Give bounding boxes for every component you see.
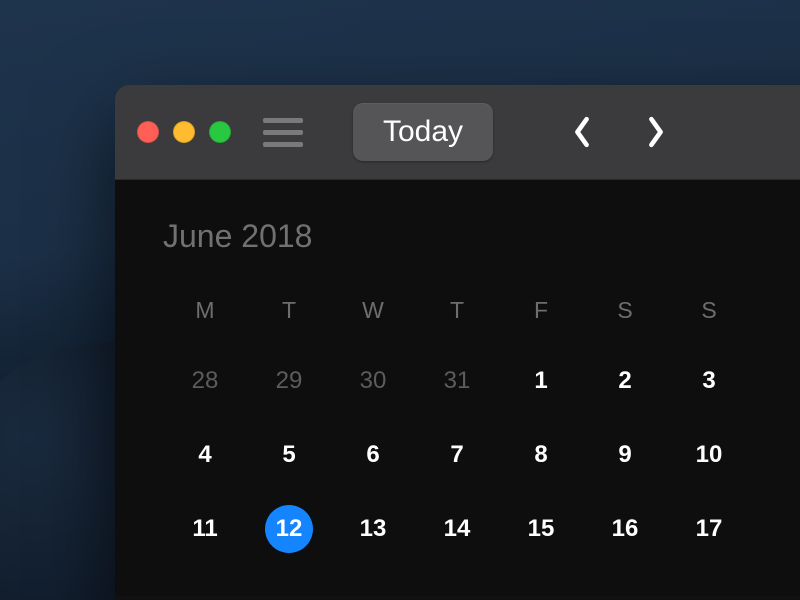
weekday-label: S bbox=[583, 297, 667, 324]
today-button[interactable]: Today bbox=[353, 103, 493, 161]
day-number: 3 bbox=[702, 367, 715, 395]
weekday-label: T bbox=[247, 297, 331, 324]
day-cell[interactable]: 5 bbox=[247, 418, 331, 492]
day-cell[interactable]: 1 bbox=[499, 344, 583, 418]
day-number: 11 bbox=[192, 515, 217, 543]
day-cell[interactable]: 9 bbox=[583, 418, 667, 492]
day-number: 30 bbox=[360, 367, 387, 395]
window-titlebar: Today bbox=[115, 85, 800, 180]
day-cell[interactable]: 10 bbox=[667, 418, 751, 492]
hamburger-bar-icon bbox=[263, 118, 303, 123]
day-number: 12 bbox=[265, 505, 313, 553]
day-cell[interactable]: 28 bbox=[163, 344, 247, 418]
chevron-left-icon bbox=[571, 115, 593, 149]
next-period-button[interactable] bbox=[645, 115, 667, 149]
day-cell[interactable]: 7 bbox=[415, 418, 499, 492]
traffic-lights bbox=[137, 121, 231, 143]
day-cell[interactable]: 12 bbox=[247, 492, 331, 566]
weekday-label: T bbox=[415, 297, 499, 324]
zoom-window-button[interactable] bbox=[209, 121, 231, 143]
day-cell[interactable]: 11 bbox=[163, 492, 247, 566]
sidebar-toggle-button[interactable] bbox=[263, 118, 303, 147]
day-number: 10 bbox=[696, 441, 723, 469]
day-cell[interactable]: 31 bbox=[415, 344, 499, 418]
day-cell[interactable]: 16 bbox=[583, 492, 667, 566]
day-number: 6 bbox=[366, 441, 379, 469]
toolbar-navigation bbox=[571, 115, 667, 149]
day-number: 15 bbox=[528, 515, 555, 543]
day-cell[interactable]: 29 bbox=[247, 344, 331, 418]
day-cell[interactable]: 6 bbox=[331, 418, 415, 492]
day-number: 1 bbox=[534, 367, 547, 395]
weekday-header-row: M T W T F S S bbox=[163, 297, 800, 324]
day-number: 13 bbox=[360, 515, 387, 543]
month-year-label: June 2018 bbox=[163, 218, 312, 255]
mini-calendar: June 2018 M T W T F S S bbox=[115, 180, 800, 596]
prev-period-button[interactable] bbox=[571, 115, 593, 149]
day-number: 14 bbox=[444, 515, 471, 543]
chevron-right-icon bbox=[645, 115, 667, 149]
minimize-window-button[interactable] bbox=[173, 121, 195, 143]
day-number: 8 bbox=[534, 441, 547, 469]
day-cell[interactable]: 3 bbox=[667, 344, 751, 418]
day-number: 31 bbox=[444, 367, 471, 395]
close-window-button[interactable] bbox=[137, 121, 159, 143]
weekday-label: M bbox=[163, 297, 247, 324]
day-cell[interactable]: 2 bbox=[583, 344, 667, 418]
day-number: 17 bbox=[696, 515, 723, 543]
day-number: 29 bbox=[276, 367, 303, 395]
weekday-label: W bbox=[331, 297, 415, 324]
day-number: 5 bbox=[282, 441, 295, 469]
day-number: 2 bbox=[618, 367, 631, 395]
calendar-window: Today June 2018 bbox=[115, 85, 800, 600]
days-grid: 282930311234567891011121314151617 bbox=[163, 344, 800, 566]
day-number: 16 bbox=[612, 515, 639, 543]
month-header: June 2018 bbox=[163, 218, 800, 255]
day-number: 28 bbox=[192, 367, 219, 395]
hamburger-bar-icon bbox=[263, 130, 303, 135]
day-number: 9 bbox=[618, 441, 631, 469]
day-number: 7 bbox=[450, 441, 463, 469]
day-cell[interactable]: 8 bbox=[499, 418, 583, 492]
hamburger-bar-icon bbox=[263, 142, 303, 147]
weekday-label: F bbox=[499, 297, 583, 324]
day-cell[interactable]: 14 bbox=[415, 492, 499, 566]
day-cell[interactable]: 17 bbox=[667, 492, 751, 566]
day-cell[interactable]: 13 bbox=[331, 492, 415, 566]
day-cell[interactable]: 30 bbox=[331, 344, 415, 418]
day-number: 4 bbox=[198, 441, 211, 469]
day-cell[interactable]: 4 bbox=[163, 418, 247, 492]
day-cell[interactable]: 15 bbox=[499, 492, 583, 566]
weekday-label: S bbox=[667, 297, 751, 324]
